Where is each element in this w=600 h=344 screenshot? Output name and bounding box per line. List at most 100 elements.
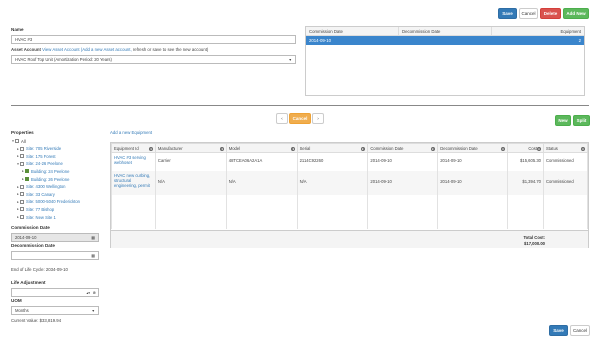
tree-item[interactable]: ▸ Site: New Site 1: [11, 214, 56, 220]
delete-button[interactable]: Delete: [540, 8, 561, 19]
tree-item-label: Site: 24-26 Peelone: [26, 161, 63, 167]
sort-icon[interactable]: ▾: [431, 146, 436, 151]
split-button[interactable]: Split: [573, 115, 590, 126]
tree-item[interactable]: ▾ Site: 24-26 Peelone: [11, 161, 63, 167]
save-button[interactable]: Save: [498, 8, 517, 19]
current-page-button[interactable]: Cancel: [289, 113, 311, 124]
tree-item[interactable]: ▸ Site: 4300 Wellington: [11, 184, 66, 190]
tree-checkbox[interactable]: [25, 169, 29, 174]
add-equipment-link[interactable]: Add a new Equipment: [110, 130, 152, 135]
footer-cancel-button[interactable]: Cancel: [570, 325, 590, 336]
end-of-life-text: End of Life Cycle: 2034-09-10: [11, 267, 68, 272]
sort-icon[interactable]: ▾: [148, 146, 153, 151]
tree-item[interactable]: ▸ Building: 24 Peelone: [11, 168, 69, 174]
col-model[interactable]: Model ▾: [225, 143, 298, 153]
col-decommission-date[interactable]: Decommission Date ▾: [437, 143, 509, 153]
cell-serial: 2114C92260: [296, 152, 369, 171]
add-new-button[interactable]: Add New: [563, 8, 589, 19]
prev-page-button[interactable]: ‹: [276, 113, 288, 124]
col-status[interactable]: Status ▾: [543, 143, 588, 153]
footer-save-button[interactable]: Save: [549, 325, 568, 336]
tree-item[interactable]: ▸ Site: 33 Canary: [11, 191, 55, 197]
new-button[interactable]: New: [555, 115, 571, 126]
asset-account-hint: refresh or save to see the new account): [132, 47, 209, 52]
chevron-down-icon: ▼: [288, 57, 292, 62]
next-page-button[interactable]: ›: [312, 113, 324, 124]
tree-item[interactable]: ▸ Building: 26 Peelone: [11, 176, 69, 182]
sort-icon[interactable]: ▾: [581, 146, 585, 151]
calendar-icon[interactable]: ▦: [91, 235, 95, 240]
cell-commission: 2014-09-10: [367, 152, 439, 171]
tree-item-label: Site: 5000-5040 Frederickton: [26, 199, 81, 205]
tree-checkbox[interactable]: [20, 184, 24, 189]
spinner-icon[interactable]: ▴▾: [86, 291, 90, 295]
life-adjustment-input[interactable]: ▴▾ ⊗: [11, 288, 99, 297]
sort-icon[interactable]: ▾: [361, 146, 366, 151]
cell-manufacturer: N/A: [154, 170, 227, 195]
equipment-table: Equipment Id ▾ Manufacturer ▾ Model ▾ Seria…: [111, 143, 588, 229]
tree-item[interactable]: ▾ All: [11, 138, 26, 144]
sort-icon[interactable]: ▾: [290, 146, 295, 151]
tree-checkbox[interactable]: [20, 192, 24, 197]
life-adjustment-label: Life Adjustment: [11, 280, 46, 285]
cancel-button[interactable]: Cancel: [519, 8, 538, 19]
tree-checkbox[interactable]: [20, 161, 24, 166]
tree-item-label: Site: 77 Bishop: [26, 206, 55, 212]
sort-icon[interactable]: ▾: [501, 146, 506, 151]
tree-checkbox[interactable]: [20, 215, 24, 219]
tree-checkbox[interactable]: [20, 199, 24, 204]
asset-account-select[interactable]: HVAC Roof Top Unit (Amortization Period:…: [11, 55, 296, 64]
tree-checkbox[interactable]: [20, 154, 24, 159]
commission-date-input[interactable]: 2014-09-10 ▦: [11, 233, 99, 242]
tree-checkbox[interactable]: [15, 139, 19, 143]
tree-item[interactable]: ▸ Site: 175 Forest: [11, 153, 56, 159]
asset-account-label: Asset Account: [11, 47, 41, 52]
equipment-id-link[interactable]: HVAC #3 serving webhoset: [114, 155, 146, 165]
col-equipment-id[interactable]: Equipment Id ▾: [111, 143, 156, 153]
empty-row: [111, 194, 588, 229]
table-row[interactable]: HVAC #3 serving webhoset Carrier 48TCEA06…: [111, 152, 588, 171]
tree-item-label: Site: 4300 Wellington: [26, 184, 66, 190]
section-divider: [11, 105, 589, 106]
calendar-icon[interactable]: ▦: [91, 253, 95, 258]
col-serial[interactable]: Serial ▾: [296, 143, 369, 153]
tree-item[interactable]: ▸ Site: 77 Bishop: [11, 206, 54, 212]
tree-item-label: Site: 175 Forest: [26, 153, 56, 159]
tree-item[interactable]: ▸ Site: 705 Riverside: [11, 146, 61, 152]
tree-item-label: Building: 26 Peelone: [31, 176, 70, 182]
current-value-text: Current Value: $33,819.94: [11, 318, 62, 323]
tree-item-label: Site: 705 Riverside: [26, 146, 62, 152]
top-grid-header-equipment: Equipment: [560, 29, 581, 34]
decommission-date-input[interactable]: ▦: [11, 251, 99, 260]
col-cost[interactable]: Cost ▾: [507, 143, 544, 153]
name-input[interactable]: HVAC #3: [11, 35, 296, 44]
col-manufacturer[interactable]: Manufacturer ▾: [154, 143, 227, 153]
add-asset-account-link[interactable]: (Add a new Asset account,: [81, 47, 132, 52]
total-cost-value: $17,000.00: [524, 240, 545, 246]
col-commission-date[interactable]: Commission Date ▾: [367, 143, 439, 153]
cell-decommission: 2014-09-10: [437, 152, 509, 171]
cell-cost: $1,394.70: [507, 170, 544, 195]
sort-icon[interactable]: ▾: [219, 146, 224, 151]
table-row[interactable]: HVAC new curbing, structural engineering, …: [111, 170, 588, 195]
tree-checkbox[interactable]: [20, 146, 24, 151]
cell-serial: N/A: [296, 170, 369, 195]
uom-select[interactable]: Months ▼: [11, 306, 99, 315]
asset-account-row: Asset Account View Asset Account (Add a …: [11, 47, 208, 52]
cell-status: Commissioned: [543, 152, 588, 171]
tree-checkbox[interactable]: [25, 177, 29, 181]
sort-icon[interactable]: ▾: [537, 146, 541, 151]
clear-icon[interactable]: ⊗: [93, 290, 96, 295]
tree-item[interactable]: ▸ Site: 5000-5040 Frederickton: [11, 199, 80, 205]
view-asset-account-link[interactable]: View Asset Account: [42, 47, 79, 52]
tree-item-label: Site: 33 Canary: [26, 191, 55, 197]
tree-item-label: Site: New Site 1: [26, 214, 56, 220]
name-label: Name: [11, 27, 24, 32]
commission-date-value: 2014-09-10: [15, 235, 37, 240]
tree-checkbox[interactable]: [20, 207, 24, 212]
equipment-id-link[interactable]: HVAC new curbing, structural engineering, …: [114, 173, 150, 188]
total-cost: Total Cost: $17,000.00: [509, 235, 545, 246]
cell-cost: $15,605.30: [507, 152, 544, 171]
top-grid-row-selected[interactable]: [306, 36, 584, 45]
chevron-down-icon: ▼: [91, 308, 95, 313]
